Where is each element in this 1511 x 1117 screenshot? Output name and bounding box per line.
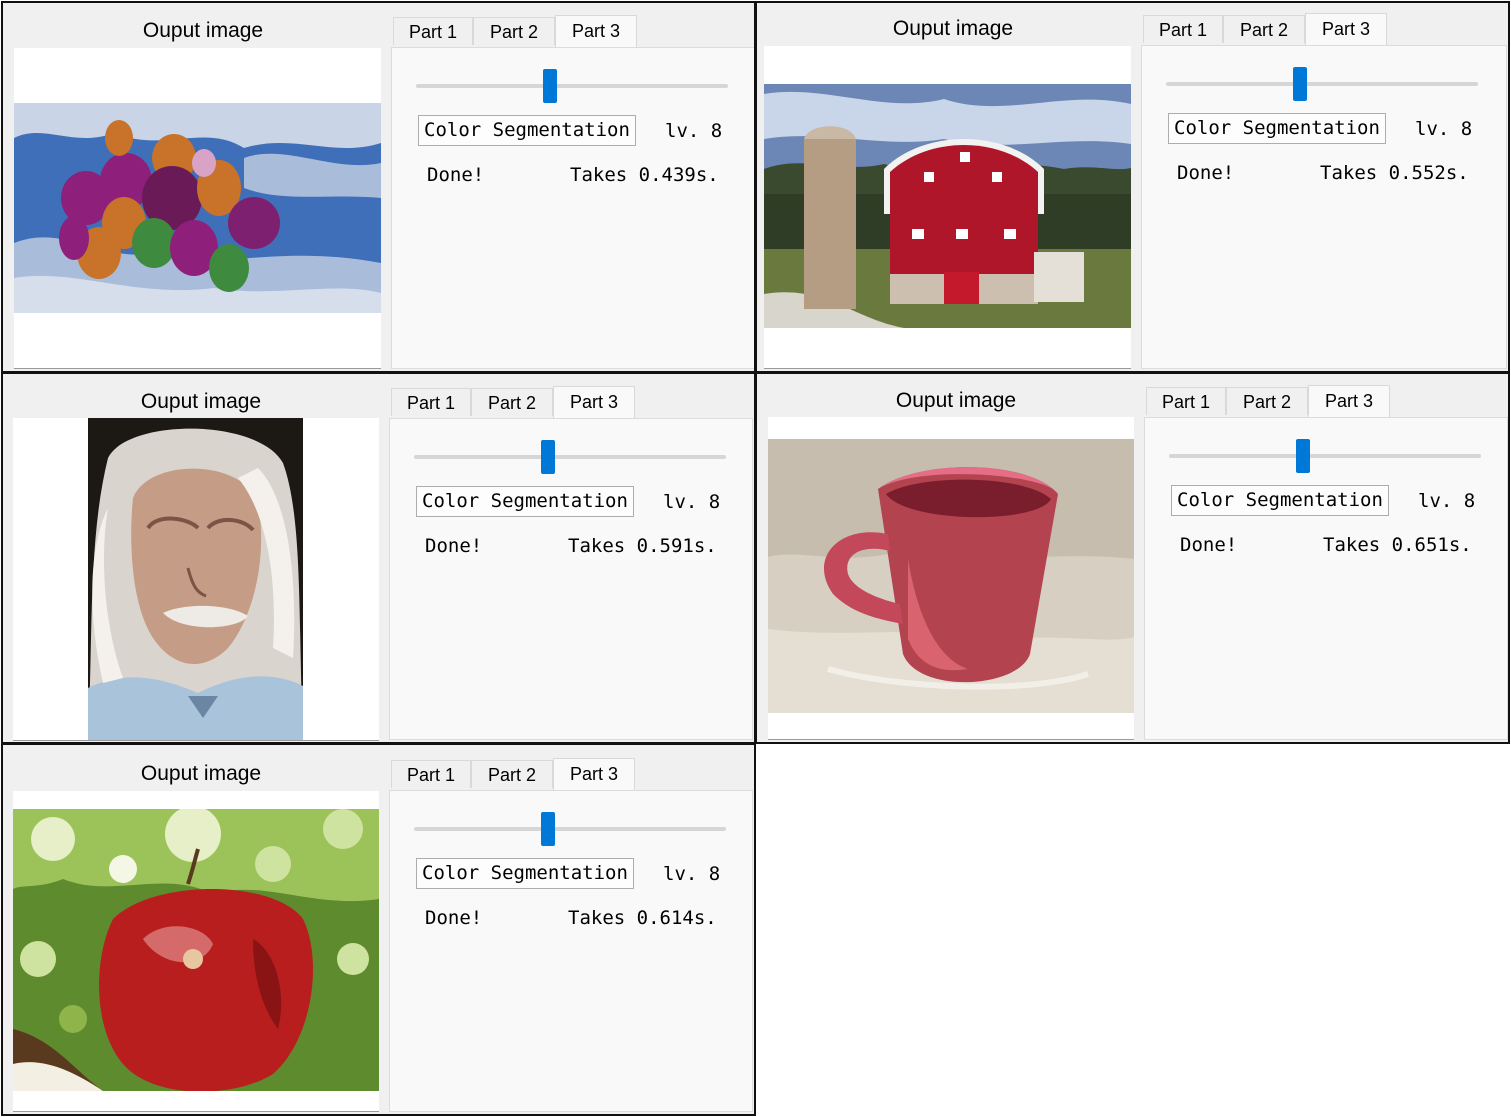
- tab-bar: Part 1 Part 2 Part 3: [391, 386, 751, 420]
- status-text: Done!: [427, 164, 485, 186]
- color-segmentation-button[interactable]: Color Segmentation: [416, 858, 634, 889]
- result-panel-3: Ouput image Part 1 Part 2 Part 3 Color S…: [1, 372, 756, 744]
- tab-part-2[interactable]: Part 2: [471, 760, 553, 788]
- tab-part-3[interactable]: Part 3: [553, 758, 635, 790]
- tab-part-3[interactable]: Part 3: [553, 386, 635, 418]
- result-panel-5: Ouput image Part 1 Part 2 Part 3 Color S…: [1, 743, 756, 1116]
- level-slider-track[interactable]: [414, 455, 726, 459]
- level-label: lv. 8: [1415, 118, 1473, 140]
- level-label: lv. 8: [663, 491, 721, 513]
- tab-bar: Part 1 Part 2 Part 3: [1146, 385, 1506, 419]
- level-slider-thumb[interactable]: [541, 440, 555, 474]
- tab-page-part-3: Color Segmentation lv. 8 Done! Takes 0.4…: [391, 47, 754, 369]
- elapsed-time-text: Takes 0.614s.: [568, 907, 717, 929]
- status-text: Done!: [425, 535, 483, 557]
- elapsed-time-text: Takes 0.591s.: [568, 535, 717, 557]
- segmented-balloons-image: [14, 103, 381, 313]
- tab-page-part-3: Color Segmentation lv. 8 Done! Takes 0.5…: [1141, 45, 1507, 369]
- color-segmentation-button[interactable]: Color Segmentation: [418, 115, 636, 146]
- tab-part-1[interactable]: Part 1: [393, 17, 473, 45]
- tab-part-3[interactable]: Part 3: [555, 15, 637, 47]
- result-panel-2: Ouput image Part 1 Part 2 Part 3 Color S…: [755, 1, 1510, 373]
- tab-part-1[interactable]: Part 1: [391, 388, 471, 416]
- tab-page-part-3: Color Segmentation lv. 8 Done! Takes 0.6…: [389, 790, 753, 1112]
- elapsed-time-text: Takes 0.439s.: [570, 164, 719, 186]
- color-segmentation-button[interactable]: Color Segmentation: [1171, 485, 1389, 516]
- output-image-title: Ouput image: [140, 762, 262, 785]
- segmented-apple-image: [13, 809, 379, 1091]
- level-label: lv. 8: [1418, 490, 1476, 512]
- level-slider-thumb[interactable]: [541, 812, 555, 846]
- tab-part-3[interactable]: Part 3: [1305, 13, 1387, 45]
- level-slider-track[interactable]: [416, 84, 728, 88]
- output-image-title: Ouput image: [892, 17, 1014, 40]
- level-label: lv. 8: [665, 120, 723, 142]
- tab-part-1[interactable]: Part 1: [391, 760, 471, 788]
- tab-part-1[interactable]: Part 1: [1143, 15, 1223, 43]
- tab-part-2[interactable]: Part 2: [473, 17, 555, 45]
- tab-bar: Part 1 Part 2 Part 3: [1143, 13, 1503, 47]
- level-slider-thumb[interactable]: [543, 69, 557, 103]
- segmented-mug-image: [768, 439, 1134, 713]
- tab-part-1[interactable]: Part 1: [1146, 387, 1226, 415]
- output-image-title: Ouput image: [140, 390, 262, 413]
- level-slider-track[interactable]: [414, 827, 726, 831]
- segmented-portrait-image: [88, 418, 303, 740]
- output-image-canvas: [13, 418, 379, 741]
- status-text: Done!: [1180, 534, 1238, 556]
- tab-bar: Part 1 Part 2 Part 3: [393, 15, 753, 49]
- tab-part-3[interactable]: Part 3: [1308, 385, 1390, 417]
- tab-part-2[interactable]: Part 2: [1226, 387, 1308, 415]
- tab-bar: Part 1 Part 2 Part 3: [391, 758, 751, 792]
- status-text: Done!: [425, 907, 483, 929]
- output-image-canvas: [14, 48, 381, 369]
- level-slider-track[interactable]: [1166, 82, 1478, 86]
- status-text: Done!: [1177, 162, 1235, 184]
- color-segmentation-button[interactable]: Color Segmentation: [416, 486, 634, 517]
- level-slider-thumb[interactable]: [1296, 439, 1310, 473]
- output-image-title: Ouput image: [142, 19, 264, 42]
- tab-part-2[interactable]: Part 2: [471, 388, 553, 416]
- result-panel-4: Ouput image Part 1 Part 2 Part 3 Color S…: [755, 372, 1510, 744]
- segmented-barn-image: [764, 84, 1131, 328]
- level-label: lv. 8: [663, 863, 721, 885]
- level-slider-thumb[interactable]: [1293, 67, 1307, 101]
- elapsed-time-text: Takes 0.552s.: [1320, 162, 1469, 184]
- level-slider-track[interactable]: [1169, 454, 1481, 458]
- elapsed-time-text: Takes 0.651s.: [1323, 534, 1472, 556]
- tab-page-part-3: Color Segmentation lv. 8 Done! Takes 0.6…: [1144, 417, 1508, 740]
- tab-part-2[interactable]: Part 2: [1223, 15, 1305, 43]
- output-image-canvas: [768, 417, 1134, 740]
- output-image-canvas: [13, 791, 379, 1112]
- color-segmentation-button[interactable]: Color Segmentation: [1168, 113, 1386, 144]
- result-panel-1: Ouput image Part 1 Part 2 Part 3 Color S…: [1, 1, 756, 373]
- tab-page-part-3: Color Segmentation lv. 8 Done! Takes 0.5…: [389, 418, 753, 740]
- output-image-canvas: [764, 46, 1131, 369]
- output-image-title: Ouput image: [895, 389, 1017, 412]
